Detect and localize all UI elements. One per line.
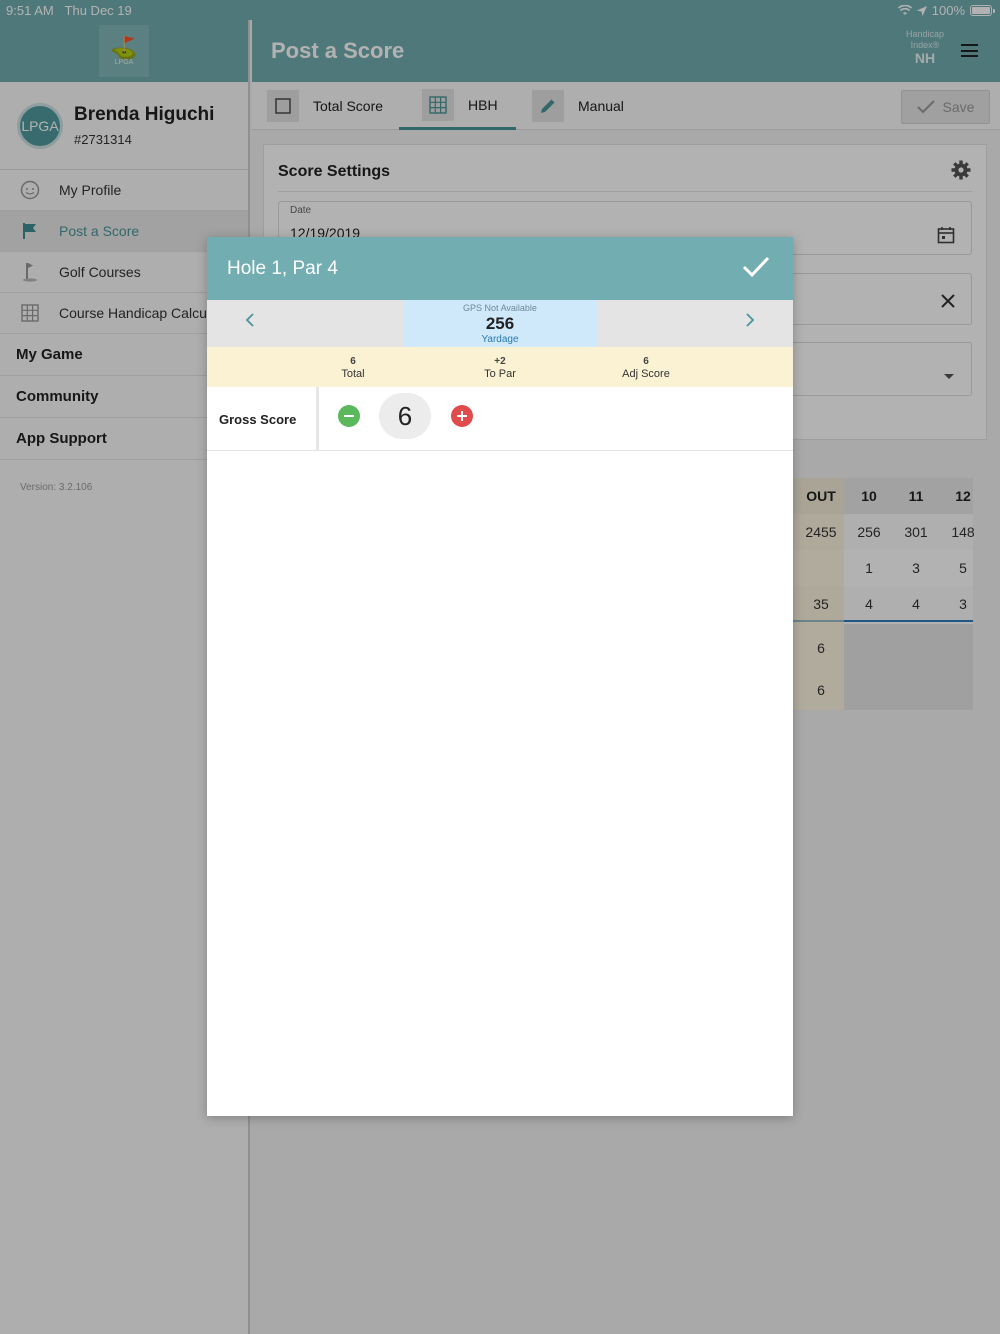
- stat-to-par-value: +2: [494, 356, 506, 367]
- gross-score-row: Gross Score 6: [207, 387, 793, 451]
- stat-to-par: +2 To Par: [440, 355, 560, 381]
- stat-adj-score-value: 6: [643, 356, 649, 367]
- yardage-label: Yardage: [481, 334, 519, 345]
- gross-score-label: Gross Score: [207, 387, 319, 451]
- stat-total-value: 6: [350, 356, 356, 367]
- stat-total-label: Total: [341, 368, 365, 380]
- confirm-check-icon[interactable]: [741, 252, 771, 282]
- next-hole-arrow-icon[interactable]: [744, 311, 756, 334]
- previous-hole-arrow-icon[interactable]: [244, 311, 256, 334]
- decrement-score-button[interactable]: [338, 405, 360, 427]
- score-stats-row: 6 Total +2 To Par 6 Adj Score: [207, 347, 793, 387]
- modal-title: Hole 1, Par 4: [227, 258, 338, 279]
- hole-score-modal: Hole 1, Par 4 GPS Not Available 256 Yard…: [207, 237, 793, 1116]
- modal-header: Hole 1, Par 4: [207, 237, 793, 300]
- stat-to-par-label: To Par: [484, 368, 516, 380]
- stat-adj-score-label: Adj Score: [622, 368, 670, 380]
- gps-status: GPS Not Available: [463, 303, 537, 313]
- yardage-value: 256: [485, 314, 515, 333]
- increment-score-button[interactable]: [451, 405, 473, 427]
- yardage-row: GPS Not Available 256 Yardage: [207, 300, 793, 347]
- yardage-display: GPS Not Available 256 Yardage: [403, 300, 597, 347]
- gross-score-value[interactable]: 6: [379, 393, 431, 439]
- stat-total: 6 Total: [293, 355, 413, 381]
- stat-adj-score: 6 Adj Score: [586, 355, 706, 381]
